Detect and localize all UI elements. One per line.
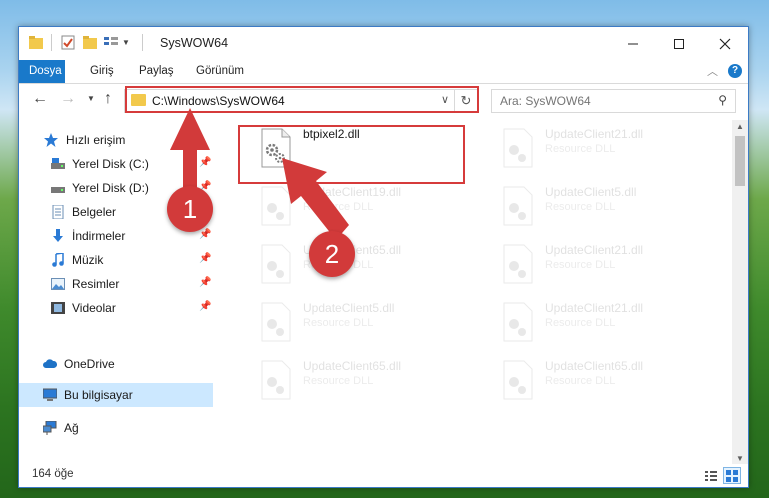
arrow-up [170, 108, 210, 198]
step-badge-1: 1 [167, 186, 213, 232]
step-badge-2: 2 [309, 231, 355, 277]
annotation-arrows [170, 108, 349, 240]
arrow-up-left [282, 158, 349, 240]
